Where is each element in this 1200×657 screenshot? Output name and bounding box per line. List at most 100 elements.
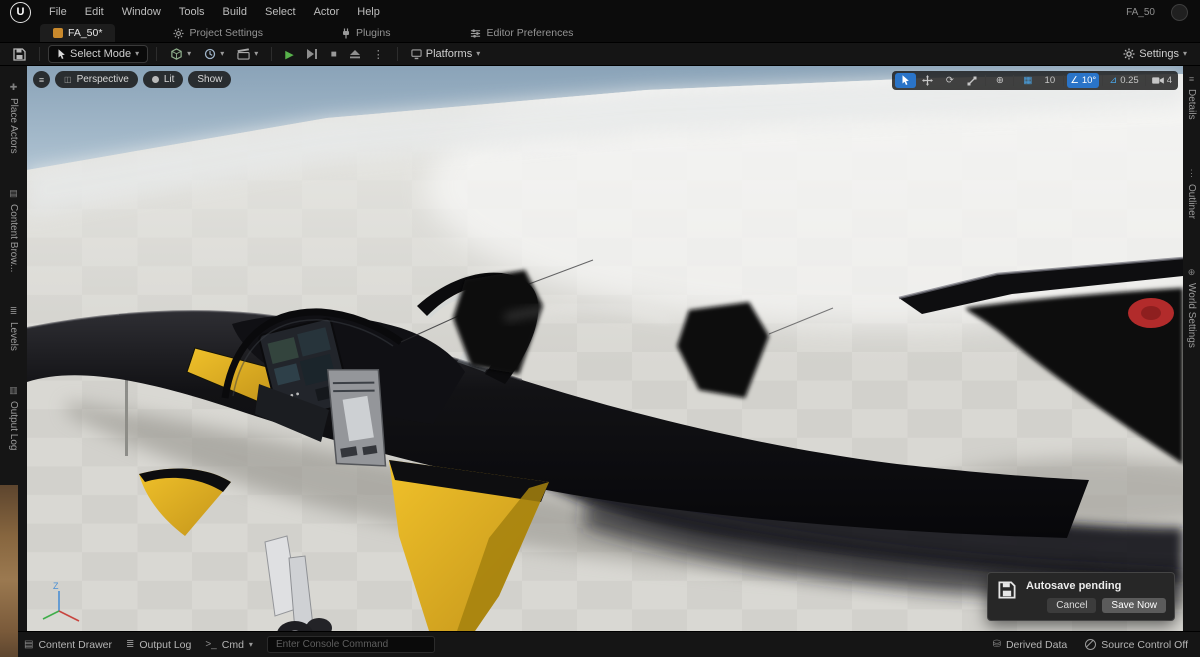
grid-snap-value[interactable]: 10 bbox=[1039, 73, 1060, 88]
sidebar-item-outliner[interactable]: ⋮ Outliner bbox=[1186, 168, 1197, 219]
chevron-down-icon: ▾ bbox=[187, 49, 192, 58]
select-mode-dropdown[interactable]: Select Mode ▾ bbox=[48, 45, 149, 63]
viewport-toolbar-left: ≡ ◫ Perspective Lit Show bbox=[33, 71, 232, 88]
scale-icon bbox=[967, 76, 977, 85]
globe-icon: ⊕ bbox=[1187, 266, 1196, 277]
unreal-logo-icon[interactable]: U bbox=[10, 1, 31, 23]
tab-plugins[interactable]: Plugins bbox=[331, 24, 400, 42]
menu-file[interactable]: File bbox=[40, 2, 76, 22]
main-toolbar: Select Mode ▾ ▾ ▾ ▾ ▶ ■ ⋮ Platforms ▾ Se… bbox=[0, 42, 1200, 66]
menu-build[interactable]: Build bbox=[214, 2, 256, 22]
tab-editor-preferences[interactable]: Editor Preferences bbox=[460, 24, 583, 42]
cursor-icon bbox=[902, 75, 910, 85]
viewport-toolbar-right: ⟳ ⊕ ▦ 10 ∠ 10° ⊿ 0.25 4 bbox=[892, 71, 1178, 90]
world-coordinate-button[interactable]: ⊕ bbox=[989, 73, 1010, 88]
add-cube-icon bbox=[171, 47, 182, 60]
eject-button[interactable] bbox=[345, 47, 365, 61]
rotate-tool-button[interactable]: ⟳ bbox=[939, 73, 960, 88]
sidebar-item-world-settings[interactable]: ⊕ World Settings bbox=[1186, 267, 1197, 348]
output-log-button[interactable]: ≣ Output Log bbox=[126, 639, 191, 651]
play-button[interactable]: ▶ bbox=[280, 46, 298, 63]
scale-tool-button[interactable] bbox=[961, 73, 982, 88]
desktop-wallpaper bbox=[0, 485, 18, 657]
menu-window[interactable]: Window bbox=[113, 2, 170, 22]
cmd-dropdown[interactable]: >_ Cmd ▾ bbox=[205, 639, 253, 651]
chevron-down-icon: ▾ bbox=[476, 49, 481, 58]
sliders-icon bbox=[470, 28, 481, 39]
blueprints-dropdown[interactable]: ▾ bbox=[199, 46, 229, 62]
play-options-kebab[interactable]: ⋮ bbox=[368, 46, 389, 63]
details-icon: ≡ bbox=[1188, 74, 1195, 84]
globe-icon: ⊕ bbox=[995, 75, 1004, 86]
quick-add-dropdown[interactable]: ▾ bbox=[165, 46, 196, 63]
plug-icon bbox=[341, 28, 351, 39]
level-tab-icon bbox=[53, 28, 63, 38]
floppy-icon bbox=[996, 580, 1018, 613]
chevron-down-icon: ▾ bbox=[1182, 49, 1187, 58]
camera-speed-button[interactable]: 4 bbox=[1149, 73, 1175, 88]
sidebar-item-details[interactable]: ≡ Details bbox=[1186, 74, 1197, 120]
menu-actor[interactable]: Actor bbox=[305, 2, 349, 22]
tab-level[interactable]: FA_50* bbox=[40, 24, 116, 42]
menu-select[interactable]: Select bbox=[256, 2, 305, 22]
sidebar-item-content-browser[interactable]: ▤ Content Brow... bbox=[8, 188, 19, 272]
blueprint-icon bbox=[205, 48, 216, 60]
derived-data-button[interactable]: ⛁ Derived Data bbox=[993, 639, 1068, 651]
account-avatar[interactable] bbox=[1171, 3, 1188, 21]
move-icon bbox=[922, 75, 934, 86]
sidebar-item-levels[interactable]: ≣ Levels bbox=[8, 306, 19, 351]
project-name-badge: FA_50 bbox=[1126, 6, 1155, 18]
scale-snap-icon: ⊿ bbox=[1109, 75, 1118, 86]
sidebar-item-place-actors[interactable]: ✚ Place Actors bbox=[8, 82, 19, 154]
move-tool-button[interactable] bbox=[917, 73, 938, 88]
perspective-dropdown[interactable]: ◫ Perspective bbox=[55, 71, 138, 88]
menu-tools[interactable]: Tools bbox=[170, 2, 214, 22]
asset-tab-bar: FA_50* Project Settings Plugins Editor P… bbox=[0, 24, 1200, 42]
gear-icon bbox=[173, 27, 184, 39]
console-command-input[interactable] bbox=[266, 636, 435, 653]
sidebar-item-output-log[interactable]: ▥ Output Log bbox=[8, 385, 19, 450]
angle-icon: ∠ bbox=[1070, 75, 1079, 86]
play-icon: ▶ bbox=[285, 48, 294, 61]
gear-icon bbox=[1123, 48, 1135, 60]
place-actors-icon: ✚ bbox=[9, 82, 18, 92]
cancel-button[interactable]: Cancel bbox=[1047, 598, 1097, 613]
save-button[interactable] bbox=[8, 46, 31, 63]
rotation-snap-toggle[interactable]: ∠ 10° bbox=[1067, 73, 1100, 88]
autosave-notification: Autosave pending Cancel Save Now bbox=[987, 572, 1175, 621]
viewport-options-button[interactable]: ≡ bbox=[33, 71, 50, 88]
skip-frame-button[interactable] bbox=[302, 47, 323, 61]
view-mode-dropdown[interactable]: Lit bbox=[142, 71, 184, 88]
show-flags-dropdown[interactable]: Show bbox=[188, 71, 232, 88]
platforms-dropdown[interactable]: Platforms ▾ bbox=[406, 46, 485, 62]
chevron-down-icon: ▾ bbox=[254, 49, 259, 58]
axis-gizmo: Z bbox=[39, 579, 91, 625]
right-dock-rail: ≡ Details ⋮ Outliner ⊕ World Settings bbox=[1183, 66, 1200, 631]
menu-edit[interactable]: Edit bbox=[76, 2, 113, 22]
grid-snap-toggle[interactable]: ▦ bbox=[1017, 73, 1038, 88]
select-tool-button[interactable] bbox=[895, 73, 917, 88]
scale-snap-toggle[interactable]: ⊿ 0.25 bbox=[1106, 73, 1141, 88]
stop-icon: ■ bbox=[330, 48, 337, 60]
save-now-button[interactable]: Save Now bbox=[1102, 598, 1166, 613]
log-icon: ▥ bbox=[9, 384, 18, 395]
lit-sphere-icon bbox=[151, 76, 159, 83]
perspective-icon: ◫ bbox=[64, 75, 72, 84]
platforms-icon bbox=[411, 48, 422, 59]
drawer-icon: ▤ bbox=[24, 639, 34, 650]
cursor-icon bbox=[58, 48, 65, 59]
tab-project-settings[interactable]: Project Settings bbox=[163, 24, 273, 42]
axis-z-label: Z bbox=[53, 581, 59, 591]
settings-dropdown[interactable]: Settings ▾ bbox=[1118, 46, 1192, 62]
grid-icon: ▦ bbox=[1023, 75, 1033, 86]
content-drawer-button[interactable]: ▤ Content Drawer bbox=[24, 639, 112, 651]
stop-button[interactable]: ■ bbox=[326, 47, 342, 62]
cinematics-dropdown[interactable]: ▾ bbox=[232, 46, 263, 62]
source-control-button[interactable]: Source Control Off bbox=[1085, 639, 1188, 651]
terminal-icon: >_ bbox=[205, 639, 217, 650]
hamburger-icon: ≡ bbox=[38, 74, 45, 85]
chevron-down-icon: ▾ bbox=[135, 49, 140, 58]
level-viewport[interactable]: ≡ ◫ Perspective Lit Show ⟳ ⊕ ▦ 10 ∠ 10° … bbox=[27, 66, 1183, 631]
eject-icon bbox=[349, 50, 360, 59]
menu-help[interactable]: Help bbox=[348, 2, 389, 22]
